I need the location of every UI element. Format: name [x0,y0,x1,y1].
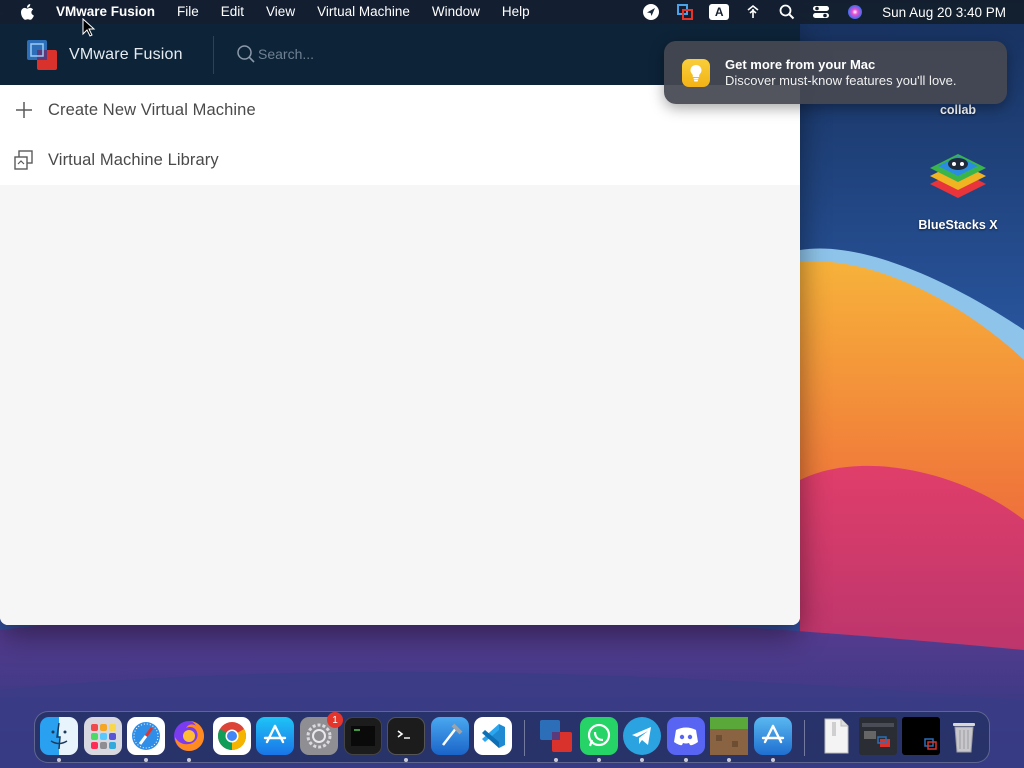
lightbulb-icon [682,58,710,87]
app-store-icon[interactable] [754,717,792,755]
vm-library-button[interactable]: Virtual Machine Library [0,135,800,185]
discord-icon[interactable] [667,717,705,755]
minecraft-icon[interactable] [710,717,748,755]
search-box[interactable] [236,44,458,64]
running-indicator [187,758,191,762]
trash-icon[interactable] [945,717,983,755]
running-indicator [144,758,148,762]
running-indicator [771,758,775,762]
terminal-icon[interactable] [387,717,425,755]
notification-title: Get more from your Mac [725,56,876,72]
menu-edit[interactable]: Edit [210,0,255,24]
telegram-icon[interactable] [623,717,661,755]
input-source-label: A [709,4,730,20]
menubar-clock[interactable]: Sun Aug 20 3:40 PM [872,5,1024,20]
running-indicator [404,758,408,762]
dock-divider [804,720,805,756]
desktop-icon-collab[interactable]: collab [918,103,998,117]
library-icon [0,149,48,171]
terminal-exec-icon[interactable] [344,717,382,755]
running-indicator [554,758,558,762]
bluestacks-icon [930,154,986,198]
menu-window[interactable]: Window [421,0,491,24]
running-indicator [727,758,731,762]
vm-library-label: Virtual Machine Library [48,150,219,169]
spotlight-icon[interactable] [770,0,804,24]
desktop-icon-bluestacks[interactable]: BlueStacks X [908,146,1008,232]
wifi-icon[interactable] [736,0,770,24]
window-thumbnail-icon[interactable] [859,717,897,755]
menu-help[interactable]: Help [491,0,541,24]
window-thumbnail-icon[interactable] [902,717,940,755]
vscode-icon[interactable] [474,717,512,755]
app-store-icon[interactable] [256,717,294,755]
vmware-fusion-window: VMware Fusion Create New Virtual Machine… [0,24,800,625]
menu-virtual-machine[interactable]: Virtual Machine [306,0,421,24]
vmware-fusion-logo-icon [27,39,57,70]
search-icon [237,45,255,63]
apple-menu-icon[interactable] [17,0,37,24]
vmware-fusion-icon[interactable] [537,717,575,755]
chrome-icon[interactable] [213,717,251,755]
document-icon[interactable] [817,717,855,755]
siri-icon[interactable] [838,0,872,24]
running-indicator [684,758,688,762]
mouse-cursor-icon [82,18,96,37]
running-indicator [597,758,601,762]
settings-icon[interactable]: 1 [300,712,343,755]
notification-text: Get more from your Mac Discover must-kno… [725,57,957,89]
menu-file[interactable]: File [166,0,210,24]
plus-icon [0,100,48,120]
running-indicator [57,758,61,762]
input-source-icon[interactable]: A [702,0,736,24]
control-center-icon[interactable] [804,0,838,24]
menu-bar: VMware Fusion File Edit View Virtual Mac… [0,0,1024,24]
desktop-icon-label: BlueStacks X [918,218,998,232]
finder-icon[interactable] [40,717,78,755]
dock-divider [524,720,525,756]
safari-icon[interactable] [127,717,165,755]
notification-body: Discover must-know features you'll love. [725,72,957,88]
xcode-icon[interactable] [431,717,469,755]
notification-banner[interactable]: Get more from your Mac Discover must-kno… [664,41,1007,104]
menu-app-name[interactable]: VMware Fusion [45,0,166,24]
notification-badge: 1 [327,712,343,728]
menu-view[interactable]: View [255,0,306,24]
firefox-icon[interactable] [170,717,208,755]
window-title: VMware Fusion [69,45,183,63]
create-new-vm-label: Create New Virtual Machine [48,100,256,119]
titlebar-divider [213,36,214,74]
menubar-status-area: A Sun Aug 20 3:40 PM [634,0,1024,24]
window-empty-area [0,185,800,625]
whatsapp-icon[interactable] [580,717,618,755]
vmware-status-icon[interactable] [668,0,702,24]
desktop-icon-label: collab [939,103,977,117]
navigation-icon[interactable] [634,0,668,24]
running-indicator [640,758,644,762]
search-input[interactable] [258,46,458,62]
dock: 1 [34,711,990,763]
launchpad-icon[interactable] [84,717,122,755]
